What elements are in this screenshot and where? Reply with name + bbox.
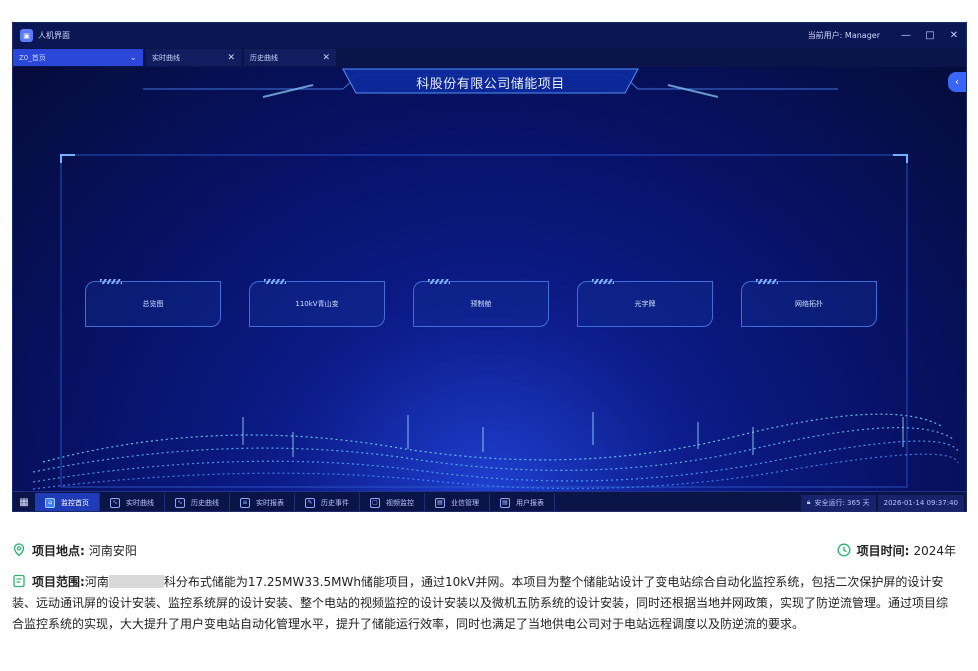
nav-card-overview[interactable]: 总览图	[85, 279, 221, 327]
task-label: 监控首页	[61, 498, 89, 507]
nav-card-label: 预制舱	[470, 300, 492, 308]
hmi-window: ▣ 人机界面 当前用户: Manager — □ ✕ Z0_首页 ⌄ 实时曲线 …	[12, 22, 967, 512]
video-icon: ▢	[370, 497, 380, 508]
header-streak-right	[667, 84, 719, 98]
chevron-down-icon[interactable]: ⌄	[123, 53, 137, 63]
clock-icon	[837, 543, 851, 557]
nav-card-substation[interactable]: 110kV青山变	[249, 279, 385, 327]
nav-card-prefab-cabin[interactable]: 预制舱	[413, 279, 549, 327]
task-management[interactable]: ▤ 业信管理	[425, 492, 490, 511]
nav-card-label: 总览图	[142, 300, 164, 308]
card-stripe	[428, 279, 450, 284]
lock-icon: 🔒︎	[806, 498, 811, 506]
app-icon: ▣	[20, 29, 33, 42]
task-label: 用户报表	[516, 498, 544, 507]
task-label: 业信管理	[451, 498, 479, 507]
monitor-home-view: 科股份有限公司储能项目 ‹ 总览图 110kV青山变 预制舱 光字牌 网络拓扑	[13, 67, 966, 491]
particle-wave	[32, 413, 959, 490]
light-pillars	[242, 412, 904, 457]
tab-label: Z0_首页	[19, 53, 46, 62]
grid-menu-icon[interactable]: ▦	[13, 492, 35, 512]
close-icon[interactable]: ✕	[316, 53, 330, 63]
task-label: 实时报表	[256, 498, 284, 507]
time-value: 2024年	[913, 543, 956, 558]
tab-home[interactable]: Z0_首页 ⌄	[13, 49, 143, 66]
scope-prefix: 河南	[84, 575, 109, 589]
minimize-button[interactable]: —	[894, 30, 918, 41]
nav-card-network-topology[interactable]: 网络拓扑	[741, 279, 877, 327]
card-stripe	[100, 279, 122, 284]
nav-card-light-panel[interactable]: 光字牌	[577, 279, 713, 327]
home-icon: ⌂	[45, 497, 55, 508]
event-icon: ✎	[305, 497, 315, 508]
redaction-mask	[108, 575, 164, 588]
scope-paragraph: 项目范围:河南 科分布式储能为17.25MW33.5MWh储能项目，通过10kV并…	[12, 572, 956, 635]
header-streak-left	[262, 84, 314, 98]
card-stripe	[756, 279, 778, 284]
tab-bar: Z0_首页 ⌄ 实时曲线 ✕ 历史曲线 ✕	[13, 48, 966, 67]
realtime-curve-icon: ∿	[110, 497, 120, 508]
card-stripe	[592, 279, 614, 284]
tab-realtime-curve[interactable]: 实时曲线 ✕	[146, 49, 241, 66]
task-video-monitor[interactable]: ▢ 视频监控	[360, 492, 425, 511]
maximize-button[interactable]: □	[918, 30, 942, 41]
user-report-icon: ▤	[500, 497, 510, 508]
task-label: 历史事件	[321, 498, 349, 507]
safe-run-status: 🔒︎ 安全运行: 365 天	[800, 494, 876, 511]
nav-card-label: 网络拓扑	[795, 300, 823, 308]
datetime: 2026-01-14 09:37:40	[877, 494, 964, 511]
nav-card-label: 光字牌	[634, 300, 656, 308]
close-button[interactable]: ✕	[942, 30, 966, 41]
location-pin-icon	[13, 543, 25, 557]
card-stripe	[264, 279, 286, 284]
task-realtime-report[interactable]: ≡ 实时报表	[230, 492, 295, 511]
history-curve-icon: ∿	[175, 497, 185, 508]
task-label: 历史曲线	[191, 498, 219, 507]
task-user-report[interactable]: ▤ 用户报表	[490, 492, 555, 511]
manage-icon: ▤	[435, 497, 445, 508]
task-realtime-curve[interactable]: ∿ 实时曲线	[100, 492, 165, 511]
task-label: 视频监控	[386, 498, 414, 507]
scope-label: 项目范围:	[32, 575, 85, 589]
current-user: 当前用户: Manager	[807, 31, 880, 40]
task-history-curve[interactable]: ∿ 历史曲线	[165, 492, 230, 511]
project-info: 项目地点: 河南安阳 项目时间: 2024年 项目范围:河南 科分布式储能为17.…	[12, 540, 956, 635]
nav-card-label: 110kV青山变	[295, 300, 339, 308]
location-label: 项目地点:	[32, 543, 85, 558]
frame-corner-tl	[60, 154, 75, 163]
location-value: 河南安阳	[88, 543, 137, 558]
document-icon	[13, 574, 25, 588]
taskbar: ▦ ⌂ 监控首页 ∿ 实时曲线 ∿ 历史曲线 ≡ 实时报表 ✎ 历史事件 ▢ 视…	[13, 491, 966, 512]
close-icon[interactable]: ✕	[221, 53, 235, 63]
page-title: 科股份有限公司储能项目	[416, 77, 565, 92]
tab-history-curve[interactable]: 历史曲线 ✕	[244, 49, 336, 66]
tab-label: 实时曲线	[152, 53, 180, 62]
title-bar: ▣ 人机界面 当前用户: Manager — □ ✕	[13, 23, 966, 48]
time-label: 项目时间:	[856, 543, 910, 558]
window-title: 人机界面	[38, 31, 70, 40]
task-monitor-home[interactable]: ⌂ 监控首页	[35, 492, 100, 511]
decor-frame	[32, 68, 959, 490]
report-icon: ≡	[240, 497, 250, 508]
task-history-events[interactable]: ✎ 历史事件	[295, 492, 360, 511]
frame-corner-tr	[893, 154, 908, 163]
tab-label: 历史曲线	[250, 53, 278, 62]
collapse-button[interactable]: ‹	[948, 72, 966, 92]
task-label: 实时曲线	[126, 498, 154, 507]
safe-run-days: 安全运行: 365 天	[814, 498, 870, 507]
